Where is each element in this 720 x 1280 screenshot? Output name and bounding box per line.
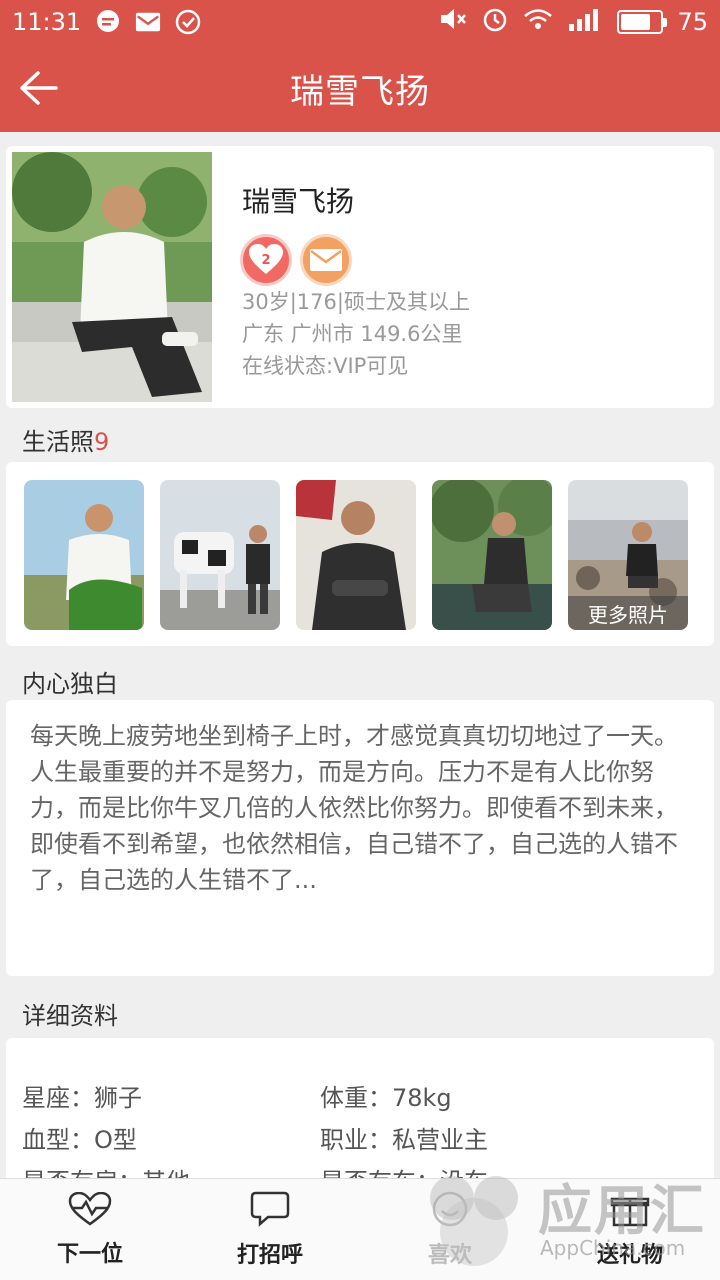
details-section-title: 详细资料 <box>22 1002 118 1030</box>
gift-button[interactable]: 送礼物 <box>540 1179 720 1280</box>
mail-icon <box>135 9 161 35</box>
title-bar: 瑞雪飞扬 <box>0 44 720 132</box>
photo-thumb[interactable] <box>24 480 144 630</box>
like-label: 喜欢 <box>427 1242 472 1268</box>
profile-name: 瑞雪飞扬 <box>242 185 355 218</box>
mail-badge[interactable] <box>300 234 352 286</box>
battery-level: 75 <box>677 8 708 36</box>
chat-icon <box>95 9 121 35</box>
alarm-icon <box>481 5 509 39</box>
detail-weight: 体重：78kg <box>320 1084 452 1112</box>
chat-bubble-icon <box>250 1191 290 1231</box>
next-label: 下一位 <box>56 1241 123 1267</box>
photo-thumb-more[interactable]: 更多照片 <box>568 480 688 630</box>
greet-button[interactable]: 打招呼 <box>180 1179 360 1280</box>
photos-card: 更多照片 <box>6 462 714 646</box>
photo-thumb[interactable] <box>296 480 416 630</box>
next-button[interactable]: 下一位 <box>0 1179 180 1280</box>
profile-location: 广东 广州市 149.6公里 <box>242 322 463 346</box>
profile-online-status: 在线状态:VIP可见 <box>242 354 409 378</box>
like-button[interactable]: 喜欢 <box>360 1179 540 1280</box>
greet-label: 打招呼 <box>236 1242 303 1268</box>
detail-blood-type: 血型：O型 <box>22 1126 137 1154</box>
monologue-text: 每天晚上疲劳地坐到椅子上时，才感觉真真切切地过了一天。人生最重要的并不是努力，而… <box>30 722 678 894</box>
heart-count: 2 <box>261 253 270 268</box>
heart-badge[interactable]: 2 <box>240 234 292 286</box>
avatar[interactable] <box>12 152 212 402</box>
photo-thumb[interactable] <box>160 480 280 630</box>
profile-badges: 2 <box>240 234 352 286</box>
mute-icon <box>439 6 467 38</box>
photos-section-title: 生活照9 <box>22 422 109 457</box>
photos-title: 生活照 <box>22 428 94 456</box>
gift-label: 送礼物 <box>596 1242 663 1268</box>
photo-thumb[interactable] <box>432 480 552 630</box>
monologue-section-title: 内心独白 <box>22 670 118 698</box>
battery-icon <box>617 10 668 34</box>
profile-card: 瑞雪飞扬 2 30岁|176|硕士及其以上 广东 广州市 149.6公里 在线状… <box>6 146 714 408</box>
page-title: 瑞雪飞扬 <box>290 71 430 112</box>
more-photos-label[interactable]: 更多照片 <box>568 596 688 630</box>
status-bar: 11:31 75 <box>0 0 720 44</box>
check-icon <box>175 9 201 35</box>
gift-icon <box>610 1191 650 1231</box>
status-time: 11:31 <box>12 8 82 36</box>
signal-4g-icon <box>567 6 603 38</box>
photos-count: 9 <box>94 428 110 456</box>
detail-constellation: 星座：狮子 <box>22 1084 142 1112</box>
back-arrow-icon[interactable] <box>16 66 60 110</box>
detail-occupation: 职业：私营业主 <box>320 1126 488 1154</box>
profile-basic-info: 30岁|176|硕士及其以上 <box>242 290 470 314</box>
bottom-action-bar: 下一位 打招呼 喜欢 送礼物 <box>0 1178 720 1280</box>
monologue-card: 每天晚上疲劳地坐到椅子上时，才感觉真真切切地过了一天。人生最重要的并不是努力，而… <box>6 700 714 976</box>
heartbeat-icon <box>68 1191 112 1230</box>
wifi-icon <box>523 7 553 37</box>
smile-icon <box>430 1191 470 1231</box>
